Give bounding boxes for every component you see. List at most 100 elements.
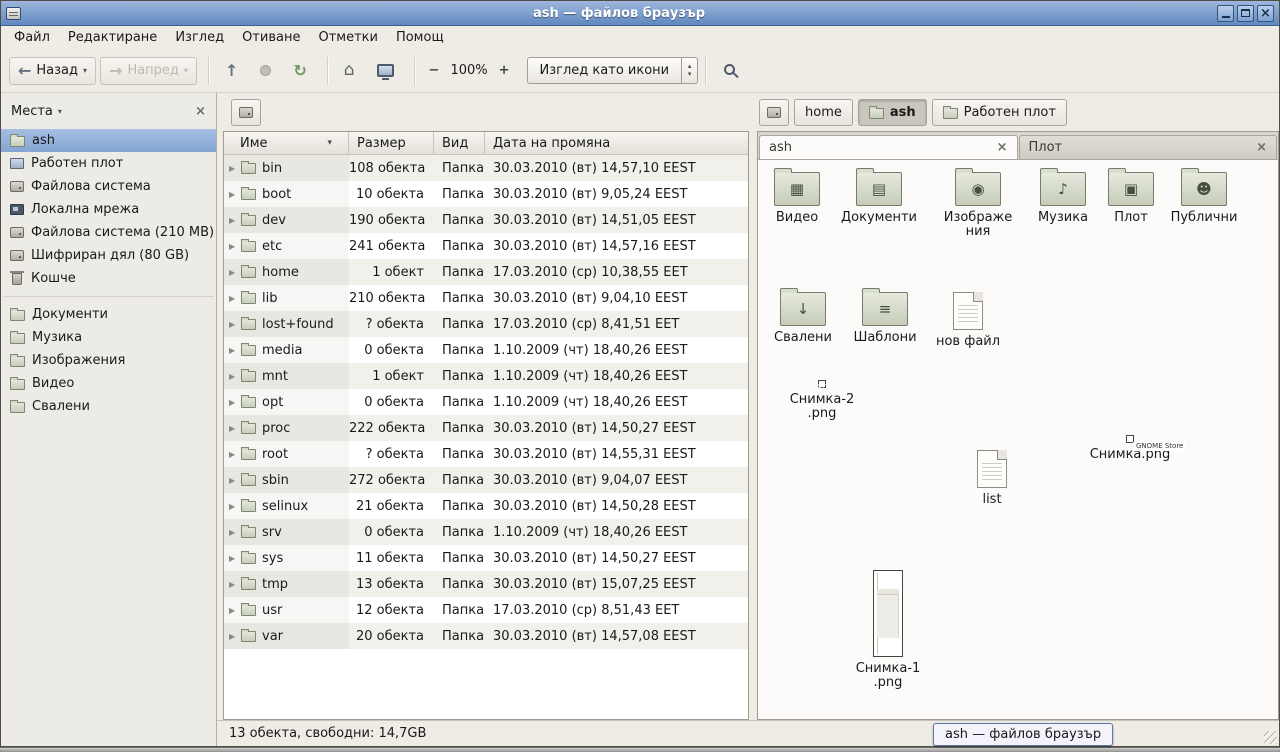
titlebar[interactable]: ash — файлов браузър ×	[1, 1, 1279, 26]
column-header-date[interactable]: Дата на промяна	[485, 132, 748, 154]
tab-close-icon[interactable]	[997, 141, 1008, 154]
expander-icon[interactable]	[229, 580, 241, 589]
pane-splitter[interactable]	[749, 131, 757, 720]
expander-icon[interactable]	[229, 476, 241, 485]
sidebar-item-music[interactable]: Музика	[1, 326, 216, 349]
expander-icon[interactable]	[229, 606, 241, 615]
expander-icon[interactable]	[229, 320, 241, 329]
column-header-name[interactable]: Име	[224, 132, 349, 154]
table-row[interactable]: opt 0 обекта Папка 1.10.2009 (чт) 18,40,…	[224, 389, 748, 415]
table-row[interactable]: home 1 обект Папка 17.03.2010 (ср) 10,38…	[224, 259, 748, 285]
file-icon-templates[interactable]: ≡ Шаблони	[846, 292, 924, 345]
table-row[interactable]: var 20 обекта Папка 30.03.2010 (вт) 14,5…	[224, 623, 748, 649]
table-row[interactable]: lost+found ? обекта Папка 17.03.2010 (ср…	[224, 311, 748, 337]
menu-help[interactable]: Помощ	[387, 28, 453, 47]
file-icon-snimka2[interactable]: GUADEC Снимка-2.png	[768, 380, 876, 422]
file-icon-snimka[interactable]: GNOME Store Снимка.png	[1076, 435, 1184, 462]
file-icon-downloads[interactable]: ↓ Свалени	[764, 292, 842, 345]
view-mode-select[interactable]: Изглед като икони ▴▾	[527, 57, 699, 84]
expander-icon[interactable]	[229, 346, 241, 355]
sidebar-item-ash[interactable]: ash	[1, 129, 216, 152]
expander-icon[interactable]	[229, 554, 241, 563]
file-icon-documents[interactable]: ▤ Документи	[840, 172, 918, 225]
icon-view[interactable]: ▦ Видео ▤ Документи ◉ Изображения	[758, 160, 1278, 719]
table-row[interactable]: boot 10 обекта Папка 30.03.2010 (вт) 9,0…	[224, 181, 748, 207]
expander-icon[interactable]	[229, 268, 241, 277]
file-icon-list[interactable]: list	[960, 450, 1024, 507]
sidebar-item-network[interactable]: Локална мрежа	[1, 198, 216, 221]
breadcrumb-desktop[interactable]: Работен плот	[932, 99, 1067, 126]
file-icon-new-file[interactable]: нов файл	[930, 292, 1006, 349]
expander-icon[interactable]	[229, 502, 241, 511]
file-icon-public[interactable]: ☻ Публични	[1165, 172, 1243, 225]
tab-ash[interactable]: ash	[759, 135, 1018, 160]
file-icon-videos[interactable]: ▦ Видео	[758, 172, 836, 225]
table-row[interactable]: srv 0 обекта Папка 1.10.2009 (чт) 18,40,…	[224, 519, 748, 545]
menu-edit[interactable]: Редактиране	[59, 28, 166, 47]
table-row[interactable]: lib 210 обекта Папка 30.03.2010 (вт) 9,0…	[224, 285, 748, 311]
file-icon-snimka1[interactable]: Снимка-1.png	[834, 570, 942, 691]
combo-spinner-icon[interactable]: ▴▾	[681, 58, 697, 83]
table-row[interactable]: dev 190 обекта Папка 30.03.2010 (вт) 14,…	[224, 207, 748, 233]
sidebar-item-pictures[interactable]: Изображения	[1, 349, 216, 372]
expander-icon[interactable]	[229, 528, 241, 537]
menu-view[interactable]: Изглед	[166, 28, 233, 47]
menu-file[interactable]: Файл	[5, 28, 59, 47]
menu-go[interactable]: Отиване	[233, 28, 309, 47]
sidebar-item-filesystem-210mb[interactable]: Файлова система (210 MB)	[1, 221, 216, 244]
tab-close-icon[interactable]	[1256, 141, 1267, 154]
sidebar-selector-icon[interactable]	[58, 107, 62, 116]
table-row[interactable]: sys 11 обекта Папка 30.03.2010 (вт) 14,5…	[224, 545, 748, 571]
expander-icon[interactable]	[229, 450, 241, 459]
expander-icon[interactable]	[229, 216, 241, 225]
table-row[interactable]: etc 241 обекта Папка 30.03.2010 (вт) 14,…	[224, 233, 748, 259]
close-button[interactable]: ×	[1257, 5, 1274, 22]
table-row[interactable]: usr 12 обекта Папка 17.03.2010 (ср) 8,51…	[224, 597, 748, 623]
tab-plot[interactable]: Плот	[1019, 135, 1278, 160]
reload-button[interactable]	[284, 57, 315, 85]
breadcrumb-home[interactable]: home	[794, 99, 853, 126]
menu-bookmarks[interactable]: Отметки	[309, 28, 386, 47]
sidebar-item-filesystem[interactable]: Файлова система	[1, 175, 216, 198]
search-button[interactable]	[713, 56, 748, 85]
table-row[interactable]: sbin 272 обекта Папка 30.03.2010 (вт) 9,…	[224, 467, 748, 493]
table-row[interactable]: tmp 13 обекта Папка 30.03.2010 (вт) 15,0…	[224, 571, 748, 597]
back-dropdown-icon[interactable]	[83, 66, 87, 75]
expander-icon[interactable]	[229, 294, 241, 303]
breadcrumb-root-button[interactable]	[759, 99, 789, 126]
sidebar-item-desktop[interactable]: Работен плот	[1, 152, 216, 175]
table-row[interactable]: mnt 1 обект Папка 1.10.2009 (чт) 18,40,2…	[224, 363, 748, 389]
computer-button[interactable]	[368, 58, 403, 83]
file-icon-music[interactable]: ♪ Музика	[1024, 172, 1102, 225]
table-row[interactable]: proc 222 обекта Папка 30.03.2010 (вт) 14…	[224, 415, 748, 441]
expander-icon[interactable]	[229, 242, 241, 251]
expander-icon[interactable]	[229, 398, 241, 407]
sidebar-item-downloads[interactable]: Свалени	[1, 395, 216, 418]
column-header-size[interactable]: Размер	[349, 132, 434, 154]
root-location-button[interactable]	[231, 99, 261, 126]
sidebar-close-icon[interactable]	[195, 105, 206, 118]
table-row[interactable]: media 0 обекта Папка 1.10.2009 (чт) 18,4…	[224, 337, 748, 363]
zoom-out-button[interactable]: −	[424, 61, 445, 80]
sidebar-item-documents[interactable]: Документи	[1, 303, 216, 326]
sidebar-item-videos[interactable]: Видео	[1, 372, 216, 395]
file-icon-pictures[interactable]: ◉ Изображения	[938, 172, 1018, 240]
expander-icon[interactable]	[229, 164, 241, 173]
back-button[interactable]: Назад	[9, 57, 96, 85]
breadcrumb-ash[interactable]: ash	[858, 99, 927, 126]
up-button[interactable]	[216, 57, 247, 85]
resize-grip[interactable]	[1264, 731, 1277, 744]
expander-icon[interactable]	[229, 632, 241, 641]
table-row[interactable]: root ? обекта Папка 30.03.2010 (вт) 14,5…	[224, 441, 748, 467]
expander-icon[interactable]	[229, 424, 241, 433]
table-row[interactable]: selinux 21 обекта Папка 30.03.2010 (вт) …	[224, 493, 748, 519]
column-header-type[interactable]: Вид	[434, 132, 485, 154]
expander-icon[interactable]	[229, 190, 241, 199]
maximize-button[interactable]	[1237, 5, 1254, 22]
minimize-button[interactable]	[1217, 5, 1234, 22]
expander-icon[interactable]	[229, 372, 241, 381]
sidebar-item-encrypted-volume[interactable]: Шифриран дял (80 GB)	[1, 244, 216, 267]
forward-button[interactable]: Напред	[100, 57, 197, 85]
table-row[interactable]: bin 108 обекта Папка 30.03.2010 (вт) 14,…	[224, 155, 748, 181]
file-icon-desktop-folder[interactable]: ▣ Плот	[1092, 172, 1170, 225]
